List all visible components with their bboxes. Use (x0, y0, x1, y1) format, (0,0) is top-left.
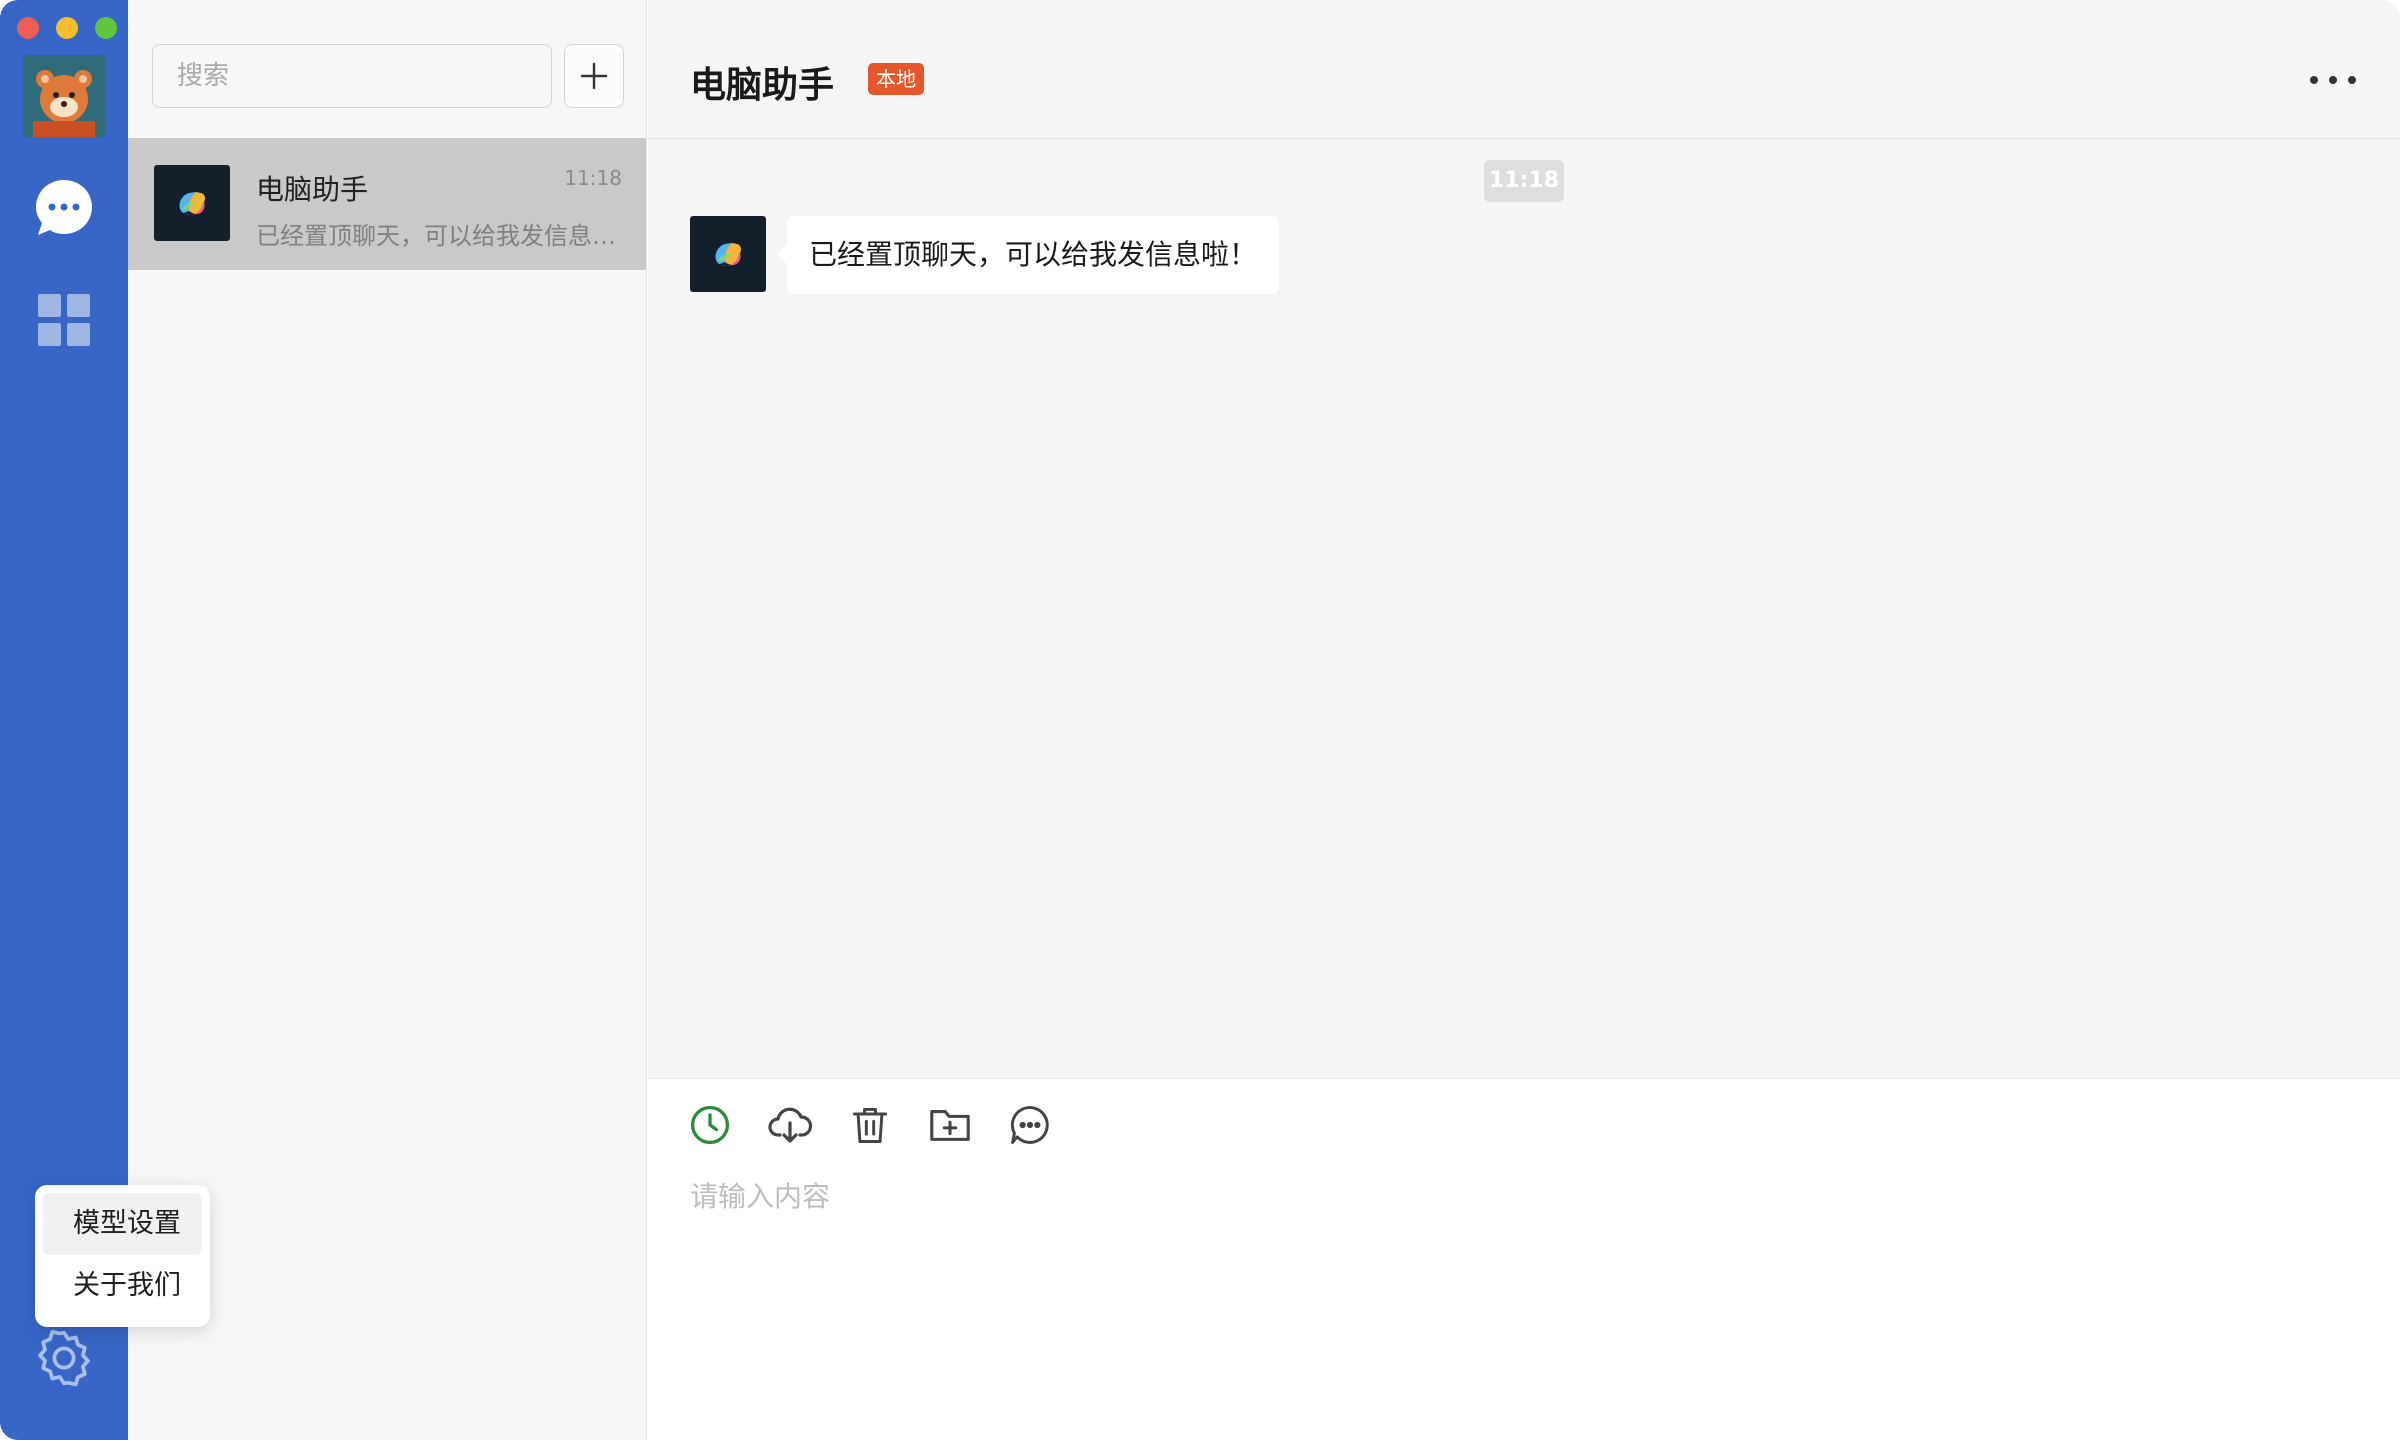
maximize-window-button[interactable] (95, 17, 117, 39)
chat-title: 电脑助手 (690, 65, 835, 106)
more-dot (2310, 76, 2318, 84)
chat-header: 电脑助手 本地 (648, 0, 2400, 139)
trash-icon[interactable] (846, 1101, 894, 1149)
copilot-logo-icon (179, 192, 205, 215)
apps-icon[interactable] (36, 292, 92, 348)
assistant-avatar[interactable] (690, 216, 766, 292)
conversation-preview: 已经置顶聊天，可以给我发信息啦！ (256, 222, 626, 250)
gear-icon[interactable] (32, 1326, 96, 1390)
local-badge: 本地 (868, 63, 924, 95)
conversation-item[interactable]: 电脑助手 11:18 已经置顶聊天，可以给我发信息啦！ (128, 138, 646, 270)
message-bubble: 已经置顶聊天，可以给我发信息啦！ (776, 216, 1280, 294)
more-dot (2348, 76, 2356, 84)
settings-popup-menu: 模型设置 关于我们 (35, 1185, 210, 1327)
close-window-button[interactable] (17, 17, 39, 39)
minimize-window-button[interactable] (56, 17, 78, 39)
history-icon[interactable] (686, 1101, 734, 1149)
menu-item-about-us[interactable]: 关于我们 (43, 1255, 202, 1317)
message-composer (648, 1078, 2400, 1440)
menu-item-model-settings[interactable]: 模型设置 (43, 1193, 202, 1255)
user-avatar[interactable] (23, 55, 105, 137)
search-input[interactable]: 搜索 (152, 44, 552, 108)
chat-panel: 电脑助手 本地 11:18 已经置顶聊天，可以给我发信息啦！ (648, 0, 2400, 1440)
message-timestamp: 11:18 (1484, 160, 1564, 202)
more-options-button[interactable] (2310, 76, 2356, 86)
conversation-name: 电脑助手 (256, 173, 369, 206)
plus-icon (580, 62, 608, 90)
add-conversation-button[interactable] (564, 44, 624, 108)
composer-toolbar (686, 1101, 1054, 1149)
app-window: 模型设置 关于我们 搜索 电脑助手 11:18 已经置顶聊天，可以给我发信息啦！ (0, 0, 2400, 1440)
assistant-avatar (154, 165, 230, 241)
folder-add-icon[interactable] (926, 1101, 974, 1149)
conversation-time: 11:18 (564, 166, 622, 190)
chat-icon[interactable] (32, 176, 96, 240)
message-input[interactable] (690, 1175, 2350, 1415)
copilot-logo-icon (715, 243, 741, 266)
more-dot (2329, 76, 2337, 84)
window-controls (17, 17, 117, 39)
cloud-download-icon[interactable] (766, 1101, 814, 1149)
chat-bubble-icon[interactable] (1006, 1101, 1054, 1149)
message-area: 11:18 已经置顶聊天，可以给我发信息啦！ (648, 140, 2400, 1078)
